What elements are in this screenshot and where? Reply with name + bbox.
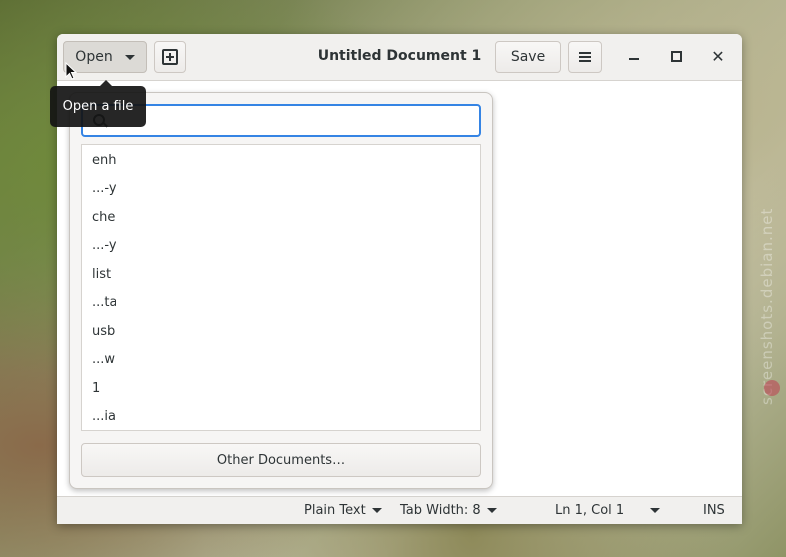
chevron-down-icon bbox=[371, 508, 382, 513]
list-item[interactable]: che ...-y bbox=[82, 202, 480, 259]
tooltip: Open a file bbox=[50, 80, 146, 127]
watermark-logo-icon bbox=[764, 380, 780, 396]
chevron-down-icon bbox=[650, 508, 661, 513]
insert-mode-indicator: INS bbox=[703, 503, 725, 518]
open-button-label: Open bbox=[75, 49, 113, 65]
recent-files-list: enh ...-y che ...-y list ...ta usb ...w … bbox=[81, 144, 481, 431]
list-item[interactable]: enh ...-y bbox=[82, 145, 480, 202]
close-icon: ✕ bbox=[711, 46, 725, 66]
list-item[interactable]: list ...ta bbox=[82, 259, 480, 316]
file-name: list bbox=[92, 267, 112, 282]
tab-width-label: Tab Width: 8 bbox=[400, 503, 481, 518]
maximize-button[interactable] bbox=[666, 46, 686, 66]
language-label: Plain Text bbox=[304, 503, 366, 518]
other-documents-button[interactable]: Other Documents… bbox=[81, 443, 481, 477]
file-path: ...-y bbox=[92, 238, 116, 253]
headerbar: Open Untitled Document 1 Save ✕ bbox=[57, 34, 742, 81]
file-path: ...w bbox=[92, 352, 116, 367]
minimize-icon bbox=[629, 58, 639, 60]
save-button[interactable]: Save bbox=[495, 41, 561, 73]
file-name: che bbox=[92, 210, 116, 225]
recent-files-popover: enh ...-y che ...-y list ...ta usb ...w … bbox=[69, 92, 493, 489]
cursor-position-selector[interactable]: Ln 1, Col 1 bbox=[555, 503, 661, 518]
chevron-down-icon bbox=[124, 54, 135, 60]
new-document-button[interactable] bbox=[154, 41, 186, 73]
maximize-icon bbox=[670, 50, 682, 62]
file-path: ...ia bbox=[92, 409, 116, 424]
search-input[interactable] bbox=[113, 110, 477, 134]
hamburger-menu-icon bbox=[579, 52, 591, 62]
minimize-button[interactable] bbox=[624, 46, 644, 66]
file-name: 1 bbox=[92, 381, 101, 396]
window-title: Untitled Document 1 bbox=[317, 48, 482, 64]
tab-width-selector[interactable]: Tab Width: 8 bbox=[400, 503, 497, 518]
list-item[interactable]: 1 ...ia bbox=[82, 373, 480, 430]
list-item[interactable]: usb ...w bbox=[82, 316, 480, 373]
chevron-down-icon bbox=[486, 508, 497, 513]
new-document-icon bbox=[162, 49, 178, 65]
language-selector[interactable]: Plain Text bbox=[304, 503, 382, 518]
file-name: enh bbox=[92, 153, 116, 168]
menu-button[interactable] bbox=[568, 41, 602, 73]
cursor-position-label: Ln 1, Col 1 bbox=[555, 503, 625, 518]
file-path: ...ta bbox=[92, 295, 116, 310]
close-button[interactable]: ✕ bbox=[708, 46, 728, 66]
watermark-text: screenshots.debian.net bbox=[758, 207, 776, 405]
file-path: ...-y bbox=[92, 181, 116, 196]
file-name: usb bbox=[92, 324, 116, 339]
status-bar: Plain Text Tab Width: 8 Ln 1, Col 1 INS bbox=[57, 496, 742, 524]
